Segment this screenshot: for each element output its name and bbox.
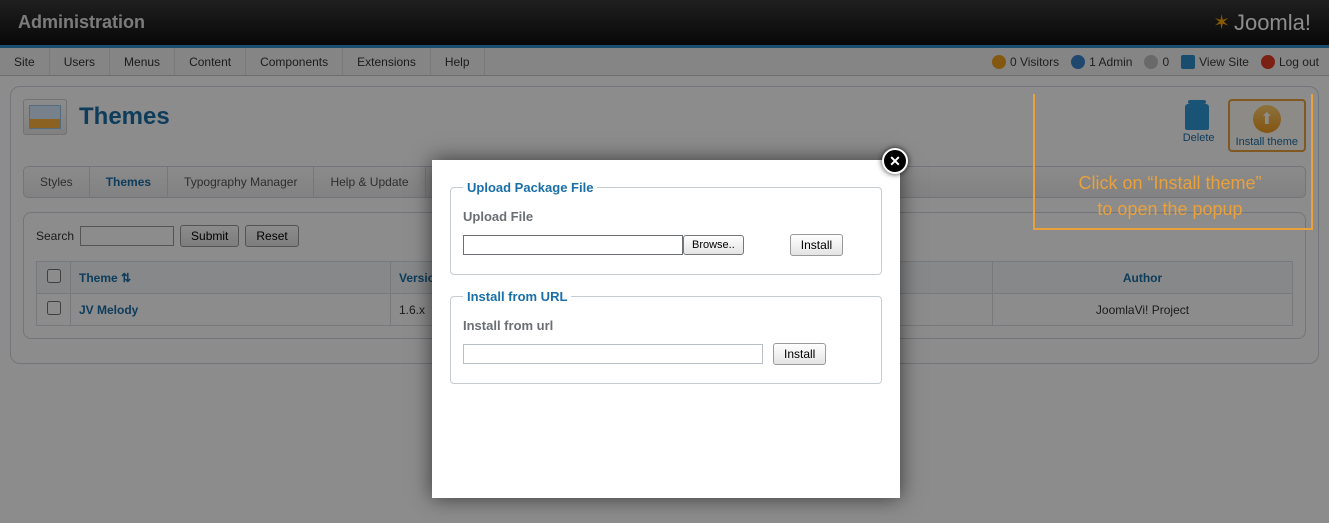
annotation-text: Click on “Install theme” to open the pop… <box>1045 170 1295 222</box>
install-url-input[interactable] <box>463 344 763 364</box>
install-upload-button[interactable]: Install <box>790 234 843 256</box>
modal-close-button[interactable]: ✕ <box>882 148 908 174</box>
file-path-display <box>463 235 683 255</box>
url-legend: Install from URL <box>463 289 571 304</box>
upload-file-label: Upload File <box>463 209 869 224</box>
url-label: Install from url <box>463 318 869 333</box>
install-modal: Upload Package File Upload File Browse..… <box>432 160 900 498</box>
install-url-button[interactable]: Install <box>773 343 826 365</box>
browse-button[interactable]: Browse.. <box>683 235 744 255</box>
close-icon: ✕ <box>889 153 901 170</box>
upload-legend: Upload Package File <box>463 180 597 195</box>
